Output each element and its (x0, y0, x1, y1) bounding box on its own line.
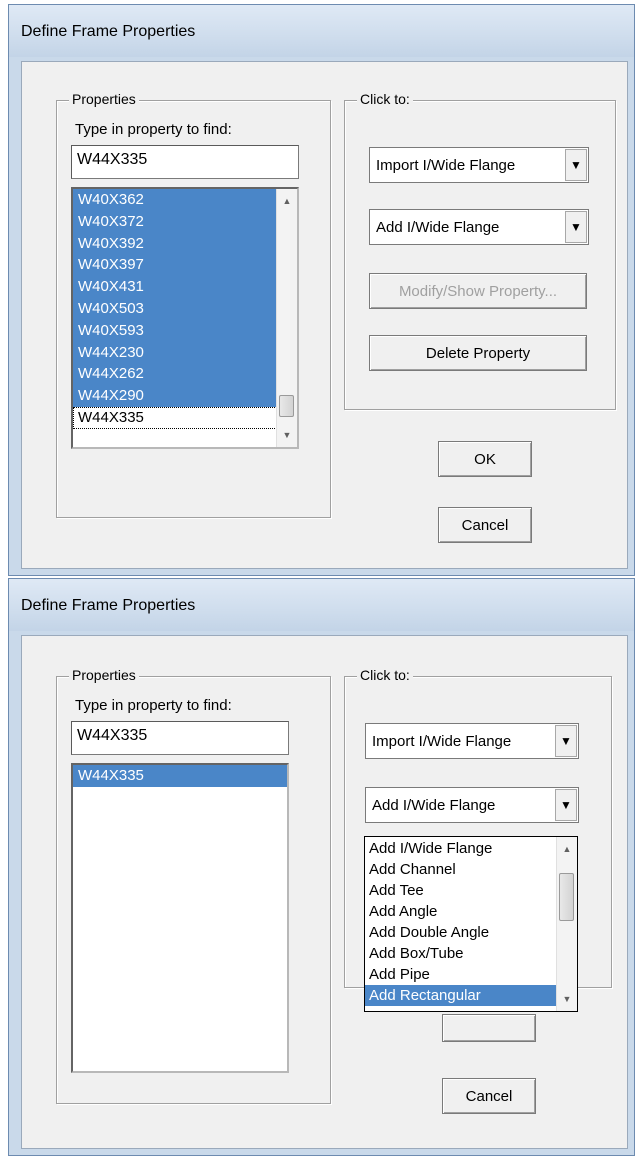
dropdown-option[interactable]: Add Rectangular (365, 985, 557, 1006)
property-search-input[interactable]: W44X335 (71, 721, 289, 755)
properties-group-label: Properties (69, 91, 139, 107)
list-item[interactable]: W40X362 (73, 189, 277, 211)
define-frame-properties-dialog-2: Define Frame Properties Properties Type … (8, 578, 635, 1156)
list-item[interactable]: W44X335 (73, 406, 277, 429)
list-item[interactable]: W44X262 (73, 363, 277, 386)
modify-show-property-button[interactable]: Modify/Show Property... (369, 273, 587, 309)
scroll-up-arrow-icon[interactable]: ▲ (557, 839, 577, 859)
list-item[interactable]: W44X335 (73, 765, 287, 787)
add-type-value: Add I/Wide Flange (372, 796, 496, 814)
dropdown-option[interactable]: Add Box/Tube (365, 943, 557, 964)
properties-group-label: Properties (69, 667, 139, 683)
add-type-select[interactable]: Add I/Wide Flange ▼ (369, 209, 589, 245)
list-item[interactable]: W44X230 (73, 341, 277, 364)
dropdown-option[interactable]: Add Double Angle (365, 922, 557, 943)
chevron-down-icon[interactable]: ▼ (555, 789, 577, 821)
chevron-down-icon[interactable]: ▼ (565, 211, 587, 243)
scroll-thumb[interactable] (279, 395, 294, 417)
find-label: Type in property to find: (75, 697, 232, 714)
title-bar[interactable]: Define Frame Properties (9, 5, 634, 57)
import-type-value: Import I/Wide Flange (376, 156, 516, 174)
click-to-group-label: Click to: (357, 91, 413, 107)
properties-group: Properties Type in property to find: W44… (56, 667, 331, 1104)
dropdown-option[interactable]: Add Tee (365, 880, 557, 901)
chevron-down-icon[interactable]: ▼ (555, 725, 577, 757)
click-to-group-label: Click to: (357, 667, 413, 683)
find-label: Type in property to find: (75, 121, 232, 138)
dialog-title: Define Frame Properties (21, 597, 196, 614)
list-item[interactable]: W40X372 (73, 210, 277, 233)
scroll-thumb[interactable] (559, 873, 574, 921)
scroll-down-arrow-icon[interactable]: ▼ (277, 425, 297, 445)
chevron-down-icon[interactable]: ▼ (565, 149, 587, 181)
delete-property-button[interactable]: Delete Property (369, 335, 587, 371)
dropdown-scrollbar[interactable]: ▲ ▼ (556, 837, 577, 1011)
list-item[interactable]: W40X397 (73, 254, 277, 277)
cancel-button[interactable]: Cancel (438, 507, 532, 543)
list-item[interactable]: W40X593 (73, 319, 277, 342)
scroll-down-arrow-icon[interactable]: ▼ (557, 989, 577, 1009)
add-type-select[interactable]: Add I/Wide Flange ▼ (365, 787, 579, 823)
dialog-client-area: Properties Type in property to find: W44… (21, 635, 628, 1149)
list-item[interactable]: W44X290 (73, 385, 277, 407)
dropdown-option[interactable]: Add I/Wide Flange (365, 838, 557, 859)
dropdown-option[interactable]: Add Angle (365, 901, 557, 922)
dialog-title: Define Frame Properties (21, 23, 196, 40)
properties-group: Properties Type in property to find: W44… (56, 91, 331, 518)
click-to-group: Click to: Import I/Wide Flange ▼ Add I/W… (344, 91, 616, 410)
define-frame-properties-dialog: Define Frame Properties Properties Type … (8, 4, 635, 576)
dialog-client-area: Properties Type in property to find: W44… (21, 61, 628, 569)
property-list[interactable]: W40X362 W40X372 W40X392 W40X397 W40X431 W40X5… (71, 187, 299, 449)
ok-button-partial[interactable] (442, 1014, 536, 1042)
list-item[interactable]: W40X503 (73, 297, 277, 320)
dropdown-option[interactable]: Add Channel (365, 859, 557, 880)
import-type-select[interactable]: Import I/Wide Flange ▼ (369, 147, 589, 183)
cancel-button[interactable]: Cancel (442, 1078, 536, 1114)
title-bar[interactable]: Define Frame Properties (9, 579, 634, 631)
dropdown-option[interactable]: Add Pipe (365, 964, 557, 985)
list-item[interactable]: W40X392 (73, 232, 277, 255)
import-type-value: Import I/Wide Flange (372, 732, 512, 750)
property-search-input[interactable]: W44X335 (71, 145, 299, 179)
property-list-scrollbar[interactable]: ▲ ▼ (276, 189, 297, 447)
import-type-select[interactable]: Import I/Wide Flange ▼ (365, 723, 579, 759)
scroll-up-arrow-icon[interactable]: ▲ (277, 191, 297, 211)
add-type-dropdown-list[interactable]: Add I/Wide Flange Add Channel Add Tee Add A… (364, 836, 578, 1012)
add-type-value: Add I/Wide Flange (376, 218, 500, 236)
ok-button[interactable]: OK (438, 441, 532, 477)
property-list[interactable]: W44X335 (71, 763, 289, 1073)
list-item[interactable]: W40X431 (73, 276, 277, 298)
